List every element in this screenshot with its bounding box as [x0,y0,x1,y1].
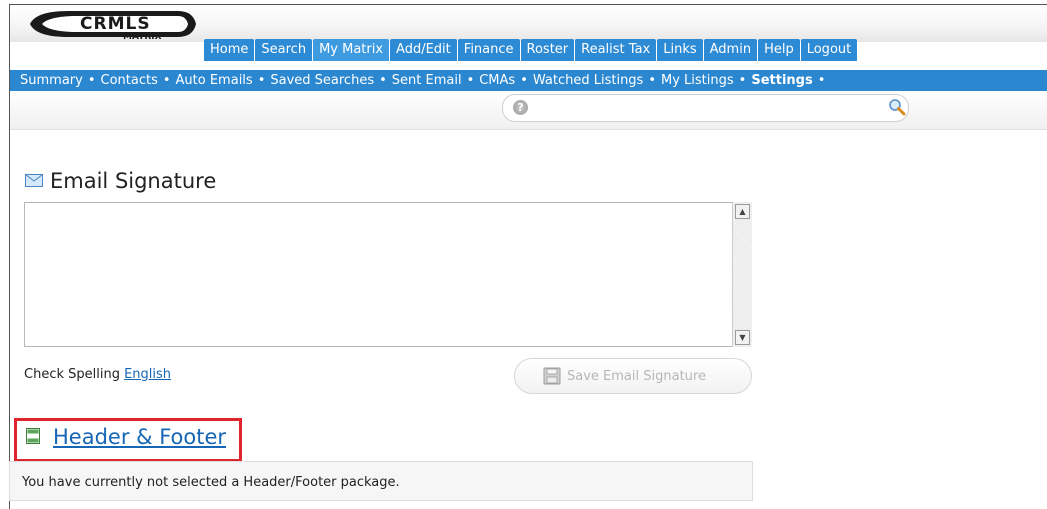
nav-tab-admin[interactable]: Admin [703,39,758,61]
nav-tab-help[interactable]: Help [758,39,800,61]
subnav-separator: • [738,73,747,88]
scroll-down-icon[interactable]: ▼ [735,330,750,345]
subnav-separator: • [817,73,826,88]
nav-tab-roster[interactable]: Roster [520,39,575,61]
subnav-item-watched-listings[interactable]: Watched Listings [533,73,643,88]
magnifier-icon[interactable] [888,98,906,116]
nav-tab-search[interactable]: Search [255,39,313,61]
question-icon[interactable]: ? [513,100,528,115]
subnav-separator: • [466,73,475,88]
nav-tab-logout[interactable]: Logout [800,39,858,61]
subnav-item-auto-emails[interactable]: Auto Emails [176,73,253,88]
subnav-separator: • [87,73,96,88]
textarea-scrollbar[interactable] [732,202,752,347]
check-spelling-row: Check Spelling English [24,367,171,382]
subnav-item-sent-email[interactable]: Sent Email [392,73,462,88]
subnav-separator: • [648,73,657,88]
email-signature-title: Email Signature [50,169,217,193]
subnav-item-my-listings[interactable]: My Listings [661,73,734,88]
sub-nav: Summary • Contacts • Auto Emails • Saved Searc… [10,70,1047,91]
save-email-signature-button[interactable]: Save Email Signature [514,358,752,394]
logo-text: CRMLS [80,14,151,34]
subnav-separator: • [257,73,266,88]
subnav-separator: • [162,73,171,88]
nav-tab-links[interactable]: Links [657,39,703,61]
subnav-item-contacts[interactable]: Contacts [101,73,158,88]
nav-tab-add-edit[interactable]: Add/Edit [390,39,457,61]
nav-tab-realist-tax[interactable]: Realist Tax [575,39,657,61]
floppy-disk-icon [543,367,561,385]
crmls-logo[interactable]: CRMLS MATRIX [28,8,208,40]
search-input[interactable] [502,94,909,122]
subnav-item-saved-searches[interactable]: Saved Searches [270,73,374,88]
header-footer-message: You have currently not selected a Header… [22,475,400,490]
nav-tab-home[interactable]: Home [204,39,255,61]
subnav-separator: • [379,73,387,88]
subnav-item-cmas[interactable]: CMAs [479,73,515,88]
logo-subtext: MATRIX [123,32,162,40]
subnav-item-summary[interactable]: Summary [20,73,83,88]
save-button-label: Save Email Signature [567,369,706,384]
email-signature-textarea[interactable] [24,202,752,347]
check-spelling-label: Check Spelling [24,367,120,382]
main-nav: Home Search My Matrix Add/Edit Finance Roster… [203,39,858,61]
header-footer-icon [26,428,40,444]
scroll-up-icon[interactable]: ▲ [735,204,750,219]
nav-tab-my-matrix[interactable]: My Matrix [313,39,390,61]
subnav-separator: • [520,73,528,88]
nav-tab-finance[interactable]: Finance [457,39,520,61]
envelope-icon [25,174,43,187]
subnav-item-settings[interactable]: Settings [751,73,812,88]
spelling-language-link[interactable]: English [124,367,171,382]
header-footer-link[interactable]: Header & Footer [53,425,226,449]
